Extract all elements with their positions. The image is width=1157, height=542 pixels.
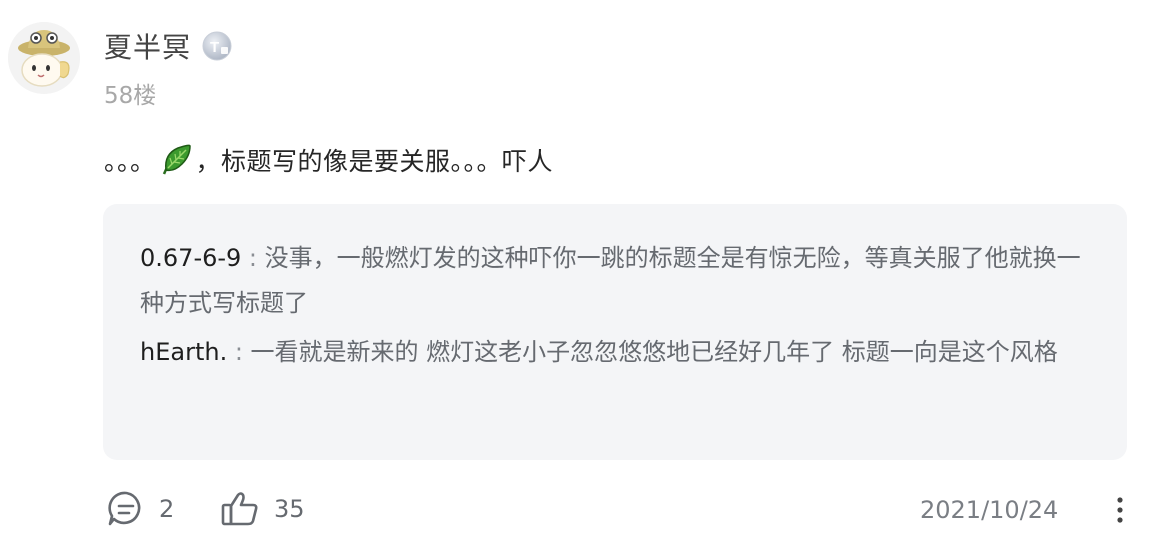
thumbs-up-icon (221, 492, 258, 526)
level-badge-icon: T (201, 30, 233, 62)
comment-count: 2 (159, 495, 175, 523)
reply-list: 0.67-6-9 : 没事，一般燃灯发的这种吓你一跳的标题全是有惊无险，等真关服… (103, 204, 1127, 460)
reply-text: 一看就是新来的 燃灯这老小子忽忽悠悠地已经好几年了 标题一向是这个风格 (250, 338, 1058, 366)
reply-item[interactable]: hEarth. : 一看就是新来的 燃灯这老小子忽忽悠悠地已经好几年了 标题一向… (140, 330, 1087, 375)
level-badge-letter: T (210, 39, 219, 56)
reply-user[interactable]: hEarth. (140, 338, 227, 366)
like-button[interactable]: 35 (220, 490, 305, 528)
reply-user[interactable]: 0.67-6-9 (140, 244, 241, 272)
post-text-after: ，标题写的像是要关服。。。吓人 (195, 147, 554, 176)
reply-text: 没事，一般燃灯发的这种吓你一跳的标题全是有惊无险，等真关服了他就换一种方式写标题… (140, 244, 1081, 317)
floor-number: 58楼 (104, 83, 157, 109)
reply-item[interactable]: 0.67-6-9 : 没事，一般燃灯发的这种吓你一跳的标题全是有惊无险，等真关服… (140, 236, 1087, 326)
leaf-icon (158, 142, 194, 178)
author-row: 夏半冥 T (104, 26, 233, 66)
post-content: 。。。 ，标题写的像是要关服。。。吓人 (104, 142, 553, 178)
post-date: 2021/10/24 (920, 496, 1059, 524)
post-footer: 2 35 2021/10/24 (0, 484, 1157, 536)
reply-separator: : (227, 338, 251, 366)
comment-button[interactable]: 2 (107, 490, 174, 528)
author-name[interactable]: 夏半冥 (104, 26, 191, 66)
more-options-button[interactable] (1108, 494, 1132, 526)
post-card: 夏半冥 T 58楼 。。。 ，标题写的像是要关服。。。吓人 0.67-6-9:… (0, 0, 1157, 542)
more-vertical-icon (1117, 497, 1123, 523)
comment-icon (108, 491, 141, 526)
like-count: 35 (274, 495, 305, 523)
post-text-before: 。。。 (104, 147, 156, 176)
reply-separator: : (241, 244, 265, 272)
avatar[interactable] (8, 22, 80, 94)
